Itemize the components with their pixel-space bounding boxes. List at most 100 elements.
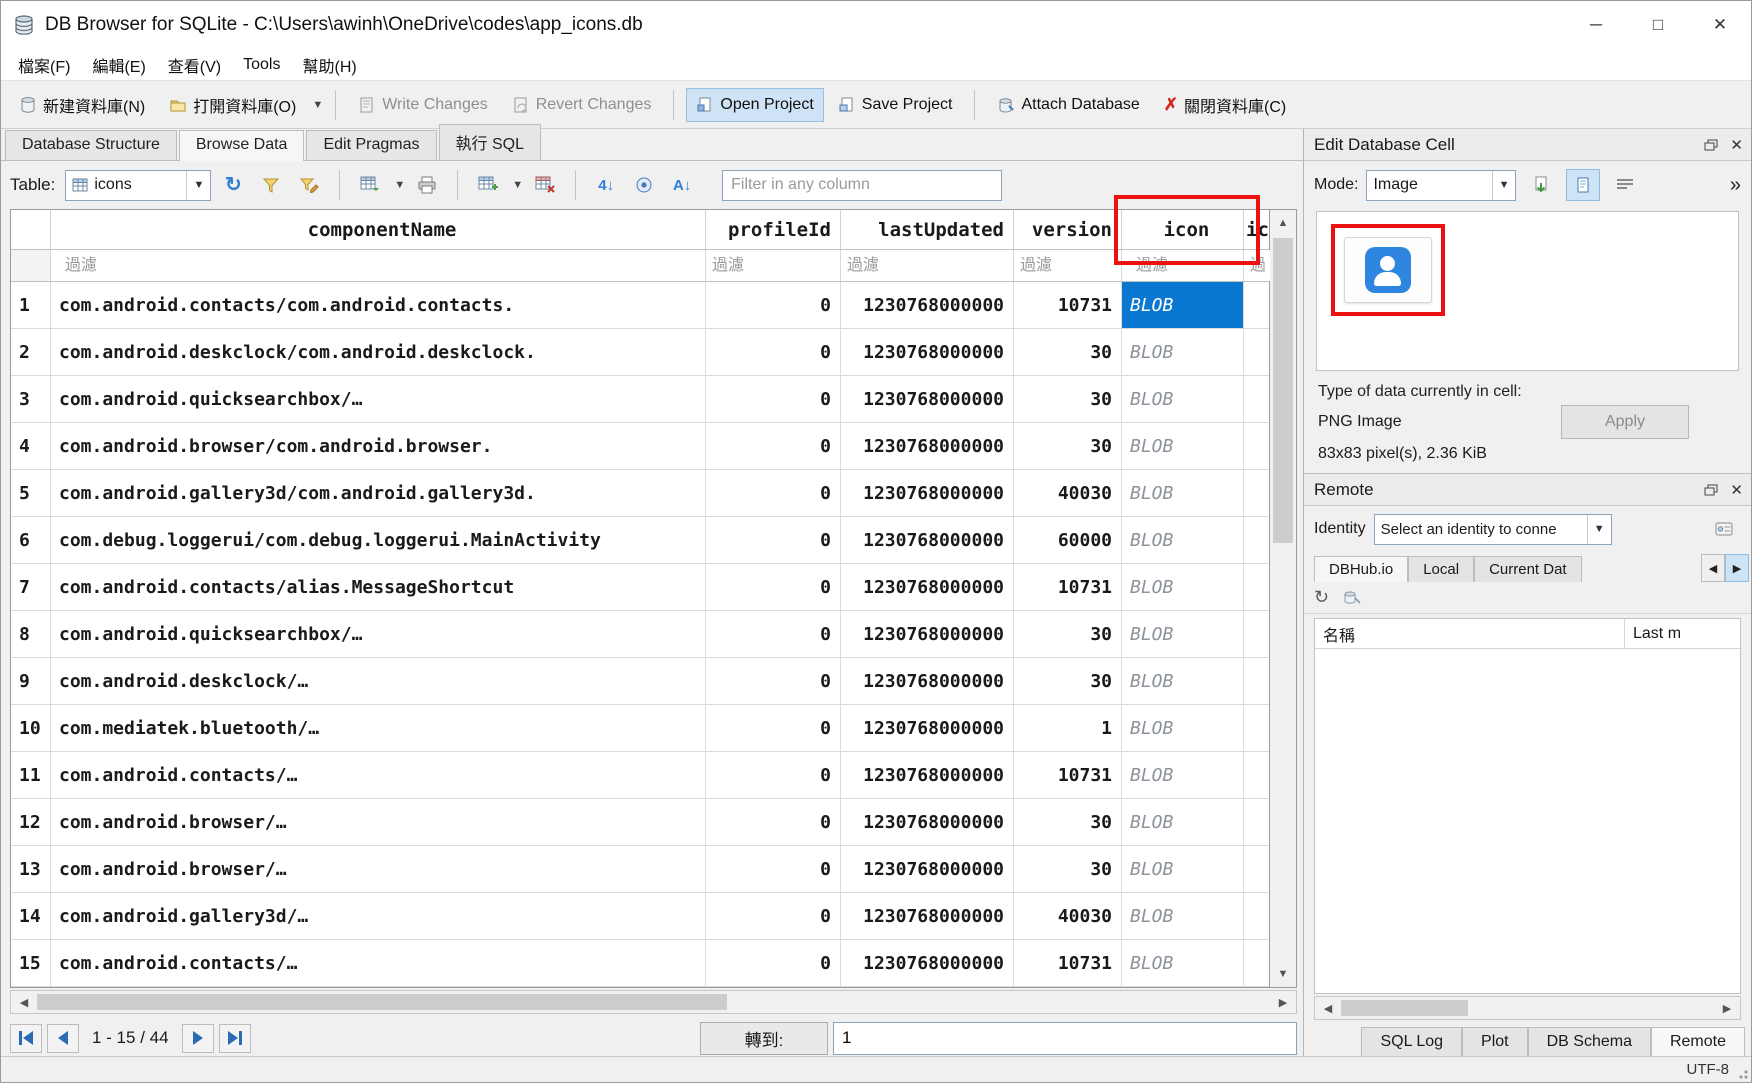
row-number[interactable]: 11: [11, 752, 51, 798]
cell-clipped[interactable]: [1244, 940, 1271, 986]
overflow-chevron-icon[interactable]: »: [1730, 174, 1741, 197]
cell-profileId[interactable]: 0: [706, 752, 841, 798]
cell-lastUpdated[interactable]: 1230768000000: [841, 564, 1014, 610]
cell-version[interactable]: 10731: [1014, 752, 1122, 798]
table-row[interactable]: 9com.android.deskclock/…0123076800000030…: [11, 658, 1269, 705]
remote-horizontal-scrollbar[interactable]: ◀ ▶: [1314, 996, 1741, 1020]
row-number[interactable]: 5: [11, 470, 51, 516]
row-number[interactable]: 13: [11, 846, 51, 892]
vertical-scrollbar[interactable]: ▲ ▼: [1270, 209, 1297, 988]
save-table-dropdown-arrow[interactable]: ▼: [394, 179, 405, 191]
cell-version[interactable]: 30: [1014, 329, 1122, 375]
cell-clipped[interactable]: [1244, 846, 1271, 892]
cell-icon-blob[interactable]: BLOB: [1122, 893, 1244, 939]
cell-componentName[interactable]: com.android.quicksearchbox/…: [51, 376, 706, 422]
cell-componentName[interactable]: com.android.gallery3d/com.android.galler…: [51, 470, 706, 516]
identity-select[interactable]: Select an identity to conne ▼: [1374, 514, 1612, 545]
table-row[interactable]: 4com.android.browser/com.android.browser…: [11, 423, 1269, 470]
cell-clipped[interactable]: [1244, 611, 1271, 657]
cell-icon-blob[interactable]: BLOB: [1122, 846, 1244, 892]
table-select[interactable]: icons ▼: [65, 170, 211, 201]
cell-profileId[interactable]: 0: [706, 470, 841, 516]
tab-執行-sql[interactable]: 執行 SQL: [439, 124, 541, 160]
maximize-button[interactable]: □: [1627, 1, 1689, 49]
cell-icon-blob[interactable]: BLOB: [1122, 329, 1244, 375]
cell-profileId[interactable]: 0: [706, 517, 841, 563]
row-number[interactable]: 12: [11, 799, 51, 845]
cell-profileId[interactable]: 0: [706, 893, 841, 939]
cell-version[interactable]: 30: [1014, 846, 1122, 892]
table-row[interactable]: 6com.debug.loggerui/com.debug.loggerui.M…: [11, 517, 1269, 564]
clear-filters-button[interactable]: [255, 169, 287, 201]
cell-componentName[interactable]: com.android.contacts/…: [51, 752, 706, 798]
cell-profileId[interactable]: 0: [706, 376, 841, 422]
cell-profileId[interactable]: 0: [706, 846, 841, 892]
filter-input-version[interactable]: [1014, 250, 1122, 281]
cell-lastUpdated[interactable]: 1230768000000: [841, 940, 1014, 986]
table-row[interactable]: 11com.android.contacts/…0123076800000010…: [11, 752, 1269, 799]
column-header-icon[interactable]: icon: [1122, 210, 1244, 249]
first-page-button[interactable]: [10, 1024, 42, 1053]
cell-clipped[interactable]: [1244, 564, 1271, 610]
cell-clipped[interactable]: [1244, 329, 1271, 375]
cell-profileId[interactable]: 0: [706, 705, 841, 751]
edit-filter-button[interactable]: [293, 169, 325, 201]
open-database-button[interactable]: 打開資料庫(O): [159, 85, 306, 125]
sort-az-button[interactable]: A↓: [666, 169, 698, 201]
dock-tab-remote[interactable]: Remote: [1651, 1027, 1745, 1056]
open-project-button[interactable]: Open Project: [686, 88, 823, 122]
cell-clipped[interactable]: [1244, 282, 1271, 328]
cell-icon-blob[interactable]: BLOB: [1122, 423, 1244, 469]
table-row[interactable]: 10com.mediatek.bluetooth/…01230768000000…: [11, 705, 1269, 752]
cell-version[interactable]: 30: [1014, 658, 1122, 704]
cell-version[interactable]: 60000: [1014, 517, 1122, 563]
cell-version[interactable]: 40030: [1014, 893, 1122, 939]
previous-page-button[interactable]: [47, 1024, 79, 1053]
import-data-button[interactable]: [1524, 169, 1558, 201]
scroll-right-icon[interactable]: ▶: [1714, 997, 1740, 1019]
scroll-down-icon[interactable]: ▼: [1270, 961, 1296, 987]
filter-input-lastUpdated[interactable]: [841, 250, 1014, 281]
column-filter-input[interactable]: [1014, 250, 1112, 281]
cell-lastUpdated[interactable]: 1230768000000: [841, 470, 1014, 516]
column-header-profileId[interactable]: profileId: [706, 210, 841, 249]
cell-icon-blob[interactable]: BLOB: [1122, 517, 1244, 563]
remote-tabs-right-icon[interactable]: ▶: [1725, 554, 1749, 582]
column-header-clipped[interactable]: ic: [1244, 210, 1271, 249]
scroll-up-icon[interactable]: ▲: [1270, 210, 1296, 236]
resize-grip[interactable]: [1736, 1067, 1748, 1079]
save-project-button[interactable]: Save Project: [828, 88, 963, 122]
remote-last-modified-column-header[interactable]: Last m: [1625, 619, 1740, 648]
cell-lastUpdated[interactable]: 1230768000000: [841, 611, 1014, 657]
table-row[interactable]: 14com.android.gallery3d/…012307680000004…: [11, 893, 1269, 940]
table-row[interactable]: 13com.android.browser/…0123076800000030B…: [11, 846, 1269, 893]
cell-componentName[interactable]: com.android.quicksearchbox/…: [51, 611, 706, 657]
sort-numeric-button[interactable]: 4↓: [590, 169, 622, 201]
menu-item[interactable]: 查看(V): [157, 49, 232, 81]
cell-clipped[interactable]: [1244, 423, 1271, 469]
cell-version[interactable]: 10731: [1014, 564, 1122, 610]
cell-version[interactable]: 10731: [1014, 940, 1122, 986]
column-filter-input[interactable]: [841, 250, 1004, 281]
undock-icon[interactable]: [1704, 484, 1718, 496]
cell-clipped[interactable]: [1244, 658, 1271, 704]
mode-select[interactable]: Image ▼: [1366, 170, 1516, 201]
cell-lastUpdated[interactable]: 1230768000000: [841, 799, 1014, 845]
insert-record-button[interactable]: [472, 169, 504, 201]
goto-cell-button[interactable]: [628, 169, 660, 201]
cell-profileId[interactable]: 0: [706, 611, 841, 657]
apply-button[interactable]: Apply: [1561, 405, 1689, 439]
table-row[interactable]: 15com.android.contacts/…0123076800000010…: [11, 940, 1269, 987]
table-row[interactable]: 1com.android.contacts/com.android.contac…: [11, 282, 1269, 329]
print-button[interactable]: [411, 169, 443, 201]
cell-componentName[interactable]: com.android.deskclock/…: [51, 658, 706, 704]
cell-clipped[interactable]: [1244, 893, 1271, 939]
column-filter-input[interactable]: [1130, 250, 1243, 281]
menu-item[interactable]: 檔案(F): [7, 49, 81, 81]
next-page-button[interactable]: [182, 1024, 214, 1053]
menu-item[interactable]: 編輯(E): [81, 49, 156, 81]
table-row[interactable]: 12com.android.browser/…0123076800000030B…: [11, 799, 1269, 846]
cell-version[interactable]: 30: [1014, 423, 1122, 469]
cell-componentName[interactable]: com.android.browser/…: [51, 846, 706, 892]
table-row[interactable]: 3com.android.quicksearchbox/…01230768000…: [11, 376, 1269, 423]
